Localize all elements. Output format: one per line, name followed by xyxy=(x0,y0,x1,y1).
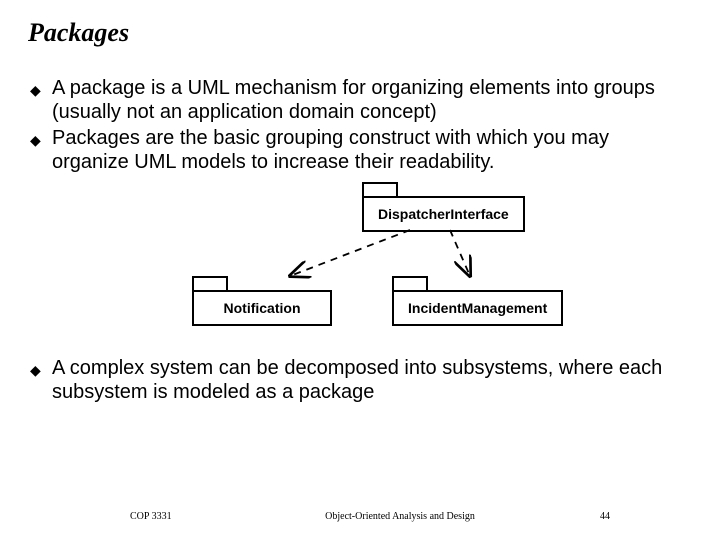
package-incident: IncidentManagement xyxy=(392,276,563,326)
bullet-text: A package is a UML mechanism for organiz… xyxy=(52,76,690,124)
list-item: ◆ A complex system can be decomposed int… xyxy=(30,356,690,404)
package-label: IncidentManagement xyxy=(392,290,563,326)
package-tab-icon xyxy=(392,276,428,290)
bullet-icon: ◆ xyxy=(30,126,52,152)
slide-footer: COP 3331 Object-Oriented Analysis and De… xyxy=(0,511,720,522)
slide-title: Packages xyxy=(0,0,720,48)
uml-diagram: DispatcherInterface Notification Inciden… xyxy=(0,176,720,356)
package-notification: Notification xyxy=(192,276,332,326)
dashed-arrow-icon xyxy=(290,230,410,276)
footer-center: Object-Oriented Analysis and Design xyxy=(200,511,600,522)
footer-right: 44 xyxy=(600,511,720,522)
bullet-icon: ◆ xyxy=(30,76,52,102)
package-tab-icon xyxy=(362,182,398,196)
package-label: DispatcherInterface xyxy=(362,196,525,232)
bullet-list-top: ◆ A package is a UML mechanism for organ… xyxy=(30,76,690,174)
package-tab-icon xyxy=(192,276,228,290)
bullet-text: Packages are the basic grouping construc… xyxy=(52,126,690,174)
dashed-arrow-icon xyxy=(450,230,470,276)
footer-left: COP 3331 xyxy=(0,511,200,522)
list-item: ◆ A package is a UML mechanism for organ… xyxy=(30,76,690,124)
package-dispatcher: DispatcherInterface xyxy=(362,182,525,232)
list-item: ◆ Packages are the basic grouping constr… xyxy=(30,126,690,174)
bullet-list-bottom: ◆ A complex system can be decomposed int… xyxy=(30,356,690,404)
package-label: Notification xyxy=(192,290,332,326)
bullet-icon: ◆ xyxy=(30,356,52,382)
dependency-arrows xyxy=(0,176,720,356)
bullet-text: A complex system can be decomposed into … xyxy=(52,356,690,404)
